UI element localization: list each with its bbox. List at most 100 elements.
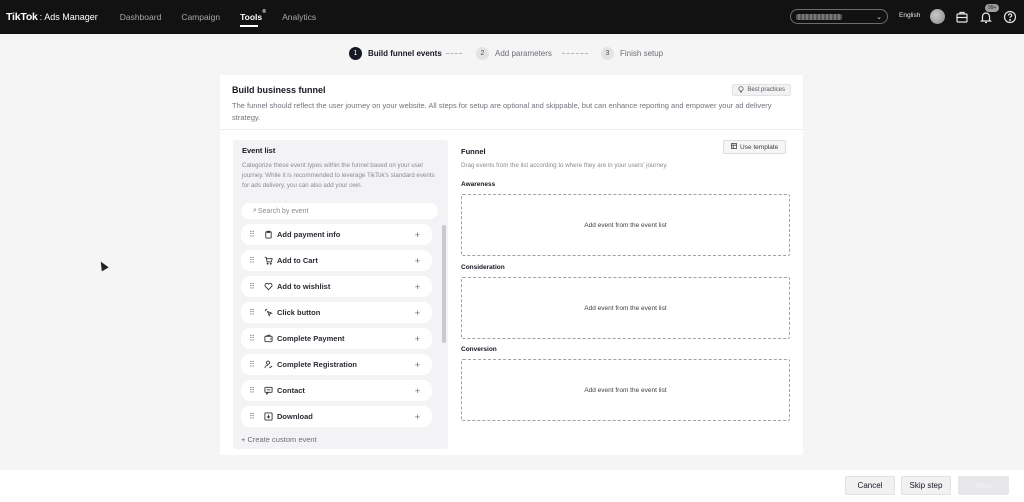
add-event-icon[interactable]: + (415, 256, 420, 266)
logo-separator: : (39, 12, 43, 22)
build-funnel-card: Build business funnel The funnel should … (220, 75, 803, 455)
stage-label-conversion: Conversion (461, 346, 497, 353)
best-practices-label: Best practices (747, 87, 785, 93)
stage-label-awareness: Awareness (461, 181, 496, 188)
event-item-complete-registration[interactable]: ⠿ Complete Registration + (241, 354, 432, 375)
event-item-add-payment-info[interactable]: ⠿ Add payment info + (241, 224, 432, 245)
drag-handle-icon[interactable]: ⠿ (249, 386, 259, 395)
use-template-button[interactable]: Use template (723, 140, 787, 154)
step-add-parameters[interactable]: 2 Add parameters (476, 47, 552, 60)
user-avatar[interactable] (930, 9, 945, 24)
search-placeholder: Search by event (257, 207, 309, 215)
event-item-download[interactable]: ⠿ Download + (241, 406, 432, 427)
step-connector (446, 53, 462, 54)
lightbulb-icon (738, 85, 744, 95)
language-selector[interactable]: English (899, 12, 920, 19)
funnel-title: Funnel (461, 147, 486, 156)
event-label: Add to Cart (277, 256, 318, 265)
next-button[interactable]: Next (958, 476, 1009, 495)
main-nav-links: Dashboard Campaign Tools ® Analytics (120, 9, 336, 27)
event-label: Complete Registration (277, 360, 358, 369)
mouse-cursor (97, 259, 109, 272)
create-custom-event-link[interactable]: + Create custom event (241, 435, 317, 444)
setup-stepper: 1 Build funnel events 2 Add parameters 3… (0, 47, 1024, 61)
event-item-add-to-wishlist[interactable]: ⠿ Add to wishlist + (241, 276, 432, 297)
add-event-icon[interactable]: + (415, 282, 420, 292)
drag-handle-icon[interactable]: ⠿ (249, 308, 259, 317)
help-icon[interactable] (1003, 10, 1017, 24)
click-icon (263, 308, 273, 318)
event-list-scrollbar[interactable] (442, 225, 446, 343)
consideration-dropzone[interactable]: Add event from the event list (461, 277, 790, 339)
tiktok-ads-manager-logo[interactable]: TikTok : Ads Manager (6, 11, 98, 23)
best-practices-button[interactable]: Best practices (732, 84, 791, 96)
nav-campaign[interactable]: Campaign (181, 12, 220, 22)
nav-dashboard[interactable]: Dashboard (120, 12, 162, 22)
nav-tools-superscript: ® (262, 9, 267, 15)
briefcase-icon[interactable] (955, 10, 969, 24)
event-list-description: Categorize these event types within the … (242, 162, 435, 189)
page-description: The funnel should reflect the user journ… (232, 101, 772, 122)
event-item-contact[interactable]: ⠿ Contact + (241, 380, 432, 401)
drag-handle-icon[interactable]: ⠿ (249, 360, 259, 369)
message-icon (263, 386, 273, 396)
step-label: Build funnel events (368, 49, 442, 58)
use-template-label: Use template (740, 143, 779, 151)
chevron-down-icon: ⌄ (876, 13, 882, 21)
bell-icon[interactable] (979, 10, 993, 24)
event-label: Add to wishlist (277, 282, 331, 291)
step-build-funnel-events[interactable]: 1 Build funnel events (349, 47, 442, 60)
cart-icon (263, 256, 273, 266)
account-name-redacted (796, 13, 842, 20)
event-label: Complete Payment (277, 334, 345, 343)
logo-brand: TikTok (6, 11, 38, 23)
step-number: 2 (476, 47, 489, 60)
template-icon (731, 143, 737, 151)
step-number: 3 (601, 47, 614, 60)
step-finish-setup[interactable]: 3 Finish setup (601, 47, 663, 60)
nav-tools[interactable]: Tools ® (240, 9, 266, 27)
awareness-dropzone[interactable]: Add event from the event list (461, 194, 790, 256)
wallet-icon (263, 334, 273, 344)
drag-handle-icon[interactable]: ⠿ (249, 334, 259, 343)
cancel-button[interactable]: Cancel (845, 476, 895, 495)
step-label: Add parameters (495, 49, 552, 58)
nav-tools-label: Tools (240, 12, 263, 22)
event-item-click-button[interactable]: ⠿ Click button + (241, 302, 432, 323)
nav-analytics[interactable]: Analytics (282, 12, 316, 22)
drag-handle-icon[interactable]: ⠿ (249, 256, 259, 265)
event-label: Click button (277, 308, 321, 317)
drag-handle-icon[interactable]: ⠿ (249, 230, 259, 239)
event-label: Download (277, 412, 313, 421)
notification-badge: 99+ (985, 4, 1000, 12)
step-connector (562, 53, 588, 54)
add-event-icon[interactable]: + (415, 230, 420, 240)
add-event-icon[interactable]: + (415, 308, 420, 318)
add-event-icon[interactable]: + (415, 386, 420, 396)
add-event-icon[interactable]: + (415, 334, 420, 344)
event-search-input[interactable]: ⌕ Search by event (241, 203, 438, 219)
step-number: 1 (349, 47, 362, 60)
event-item-complete-payment[interactable]: ⠿ Complete Payment + (241, 328, 432, 349)
step-label: Finish setup (620, 49, 664, 58)
clipboard-icon (263, 230, 273, 240)
user-check-icon (263, 360, 273, 370)
event-label: Contact (277, 386, 305, 395)
conversion-dropzone[interactable]: Add event from the event list (461, 359, 790, 421)
drag-handle-icon[interactable]: ⠿ (249, 282, 259, 291)
event-label: Add payment info (277, 230, 341, 239)
search-icon: ⌕ (253, 207, 257, 214)
event-list-title: Event list (242, 146, 276, 155)
download-icon (263, 412, 273, 422)
event-item-add-to-cart[interactable]: ⠿ Add to Cart + (241, 250, 432, 271)
dropzone-placeholder: Add event from the event list (584, 221, 667, 229)
drag-handle-icon[interactable]: ⠿ (249, 412, 259, 421)
skip-step-button[interactable]: Skip step (901, 476, 951, 495)
dropzone-placeholder: Add event from the event list (584, 304, 667, 312)
page-title: Build business funnel (232, 85, 326, 95)
account-selector[interactable]: ⌄ (790, 9, 888, 24)
card-header: Build business funnel The funnel should … (220, 75, 803, 130)
funnel-description: Drag events from the list according to w… (461, 162, 668, 169)
add-event-icon[interactable]: + (415, 412, 420, 422)
add-event-icon[interactable]: + (415, 360, 420, 370)
